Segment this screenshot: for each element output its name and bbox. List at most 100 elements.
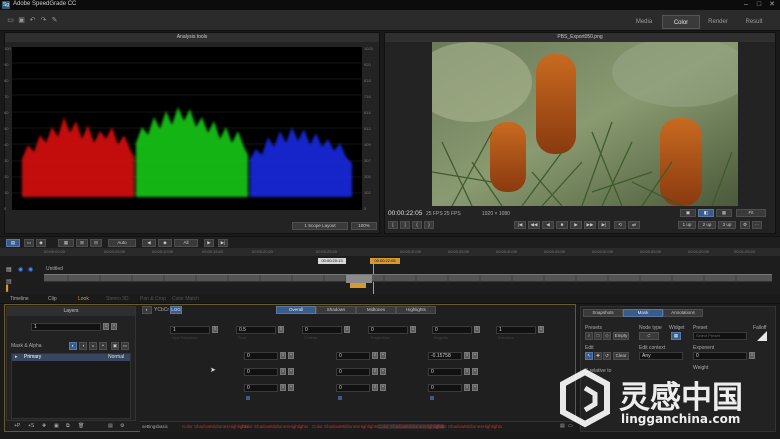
prev-frame-icon[interactable]: ◀◀ — [528, 221, 540, 229]
stepper-icon[interactable]: ↕ — [464, 352, 470, 359]
mask-toggle-icon[interactable]: ▭ — [121, 342, 129, 350]
stepper-icon[interactable]: ↕ — [474, 326, 480, 333]
gamma-g-field[interactable]: 0 — [336, 368, 370, 376]
edit-select-icon[interactable]: ↖ — [585, 352, 593, 360]
pivot-field[interactable]: 0.5 — [236, 326, 276, 334]
track-visible-icon[interactable]: ◉ — [18, 266, 26, 274]
mask-shape-icon[interactable]: ◇ — [603, 332, 611, 340]
tab-timeline[interactable]: Timeline — [10, 296, 29, 302]
sync-icon[interactable]: ⇄ — [628, 221, 640, 229]
folder-icon[interactable]: ▭ — [6, 17, 15, 25]
offset-g-field[interactable]: 0 — [336, 352, 370, 360]
layer-copy-icon[interactable]: ▣ — [54, 423, 59, 429]
playhead-timecode-badge[interactable]: 00:00:22:05 — [370, 258, 400, 264]
tab-color[interactable]: Color — [662, 15, 700, 29]
mode-log[interactable]: LOG — [170, 306, 182, 314]
track-audio-icon[interactable]: ◉ — [28, 266, 36, 274]
viewer-fit-select[interactable]: Fit — [736, 209, 766, 217]
track-marker-icon[interactable]: ▌ — [6, 286, 16, 292]
tab-annotations[interactable]: Annotations — [663, 309, 703, 317]
stepper-icon[interactable]: ↕ — [280, 384, 286, 391]
timeline-track-icon[interactable]: ▭ — [24, 239, 34, 247]
mode-ycbcr[interactable]: YCbCr — [154, 307, 169, 313]
reset-icon[interactable]: ▫ — [288, 368, 294, 375]
layer-tab-shadow-4[interactable]: Color ShadowMidtonesHighlights — [378, 424, 445, 429]
gain-b-field[interactable]: 0 — [428, 384, 462, 392]
alpha-icon[interactable]: ◑ — [79, 342, 87, 350]
add-secondary-icon[interactable]: +S — [28, 423, 34, 429]
edit-add-icon[interactable]: ✚ — [594, 352, 602, 360]
layer-tab-shadow-3[interactable]: Color ShadowMidtonesHighlights — [312, 424, 378, 429]
grid-icon[interactable]: ▦ — [716, 209, 732, 217]
tab-render[interactable]: Render — [700, 15, 736, 29]
reset-icon[interactable]: ▫ — [380, 384, 386, 391]
add-primary-icon[interactable]: +P — [14, 423, 20, 429]
layout-3up-button[interactable]: 3 up — [718, 221, 736, 229]
scope-zoom-select[interactable]: 100% — [351, 222, 377, 230]
viewer-more-icon[interactable]: ⋯ — [752, 221, 762, 229]
viewer-in-icon[interactable]: [ — [388, 221, 398, 229]
tab-midtones[interactable]: Midtones — [356, 306, 396, 314]
timeline-all-tracks-icon[interactable]: ▤ — [6, 239, 20, 247]
play-reverse-icon[interactable]: ◀ — [542, 221, 554, 229]
falloff-ramp-icon[interactable] — [757, 331, 767, 341]
keyframe-add-icon[interactable]: ◆ — [158, 239, 172, 247]
viewer-clip-in-icon[interactable]: { — [412, 221, 422, 229]
scope-layout-select[interactable]: 1 Scope Layout — [292, 222, 348, 230]
stepper-icon[interactable]: ↕ — [278, 326, 284, 333]
gamma-b-field[interactable]: 0 — [428, 368, 462, 376]
tab-result[interactable]: Result — [736, 15, 772, 29]
go-end-icon[interactable]: ▶| — [598, 221, 610, 229]
reset-icon[interactable]: ▫ — [288, 352, 294, 359]
close-button[interactable]: ✕ — [766, 0, 778, 10]
current-clip-marker[interactable] — [350, 283, 366, 288]
redo-icon[interactable]: ↷ — [39, 17, 48, 25]
gamma-r-field[interactable]: 0 — [244, 368, 278, 376]
invert-icon[interactable]: ◒ — [89, 342, 97, 350]
layer-tab-shadow-2[interactable]: Color ShadowMidtonesHighlights — [242, 424, 308, 429]
go-start-icon[interactable]: |◀ — [514, 221, 526, 229]
reset-icon[interactable]: ▫ — [380, 352, 386, 359]
stepper-icon[interactable]: ↕ — [464, 368, 470, 375]
camera-icon[interactable]: ▣ — [680, 209, 696, 217]
auto-button[interactable]: Auto — [108, 239, 136, 247]
layer-tab-shadow-1[interactable]: Color ShadowMidtonesHighlights — [182, 424, 248, 429]
empty-button[interactable]: Empty — [613, 332, 629, 340]
track-lock-icon[interactable]: ▤ — [6, 266, 16, 274]
timeline-ruler[interactable]: 00:00:00:00 00:00:05:00 00:00:10:00 00:0… — [0, 248, 780, 256]
edit-context-dropdown[interactable]: Any — [639, 352, 683, 360]
node-type-icon[interactable]: ⊂ — [639, 332, 659, 340]
viewer-clip-out-icon[interactable]: } — [424, 221, 434, 229]
wrench-icon[interactable]: ✎ — [50, 17, 59, 25]
mask-blend-icon[interactable]: ◓ — [99, 342, 107, 350]
gain-r-field[interactable]: 0 — [244, 384, 278, 392]
mask-view-icon[interactable]: ▣ — [111, 342, 119, 350]
offset-r-field[interactable]: 0 — [244, 352, 278, 360]
saturation-field[interactable]: 1 — [496, 326, 536, 334]
layout-1up-button[interactable]: 1 up — [678, 221, 696, 229]
timeline-zoom-icon[interactable]: ▦ — [58, 239, 74, 247]
color-space-icon[interactable]: ◐ — [142, 306, 152, 314]
tab-stereo[interactable]: Stereo 3D — [106, 296, 129, 302]
keyframe-prev-icon[interactable]: ◀ — [142, 239, 156, 247]
reset-icon[interactable]: ▫ — [472, 352, 478, 359]
next-frame-icon[interactable]: ▶▶ — [584, 221, 596, 229]
compare-icon[interactable]: ◧ — [698, 209, 714, 217]
keyframe-next-icon[interactable]: ▶ — [204, 239, 214, 247]
reset-icon[interactable]: ▫ — [472, 368, 478, 375]
stepper-icon[interactable]: ↕ — [464, 384, 470, 391]
stepper-icon[interactable]: ↕ — [372, 352, 378, 359]
layer-row-primary[interactable]: ▸ Primary Normal — [12, 354, 130, 361]
timeline-link-icon[interactable]: ⊟ — [90, 239, 102, 247]
input-saturation-field[interactable]: 1 — [170, 326, 210, 334]
all-button[interactable]: All — [174, 239, 198, 247]
maximize-button[interactable]: □ — [753, 0, 765, 10]
layout-2up-button[interactable]: 2 up — [698, 221, 716, 229]
stepper-icon[interactable]: ↕ — [538, 326, 544, 333]
stepper-icon[interactable]: ↕ — [344, 326, 350, 333]
tab-overall[interactable]: Overall — [276, 306, 316, 314]
tab-highlights[interactable]: Highlights — [396, 306, 436, 314]
mask-ellipse-icon[interactable]: ○ — [585, 332, 593, 340]
exponent-field[interactable]: 0 — [693, 352, 747, 360]
track-toggle-icon[interactable]: ▤ — [6, 278, 16, 286]
